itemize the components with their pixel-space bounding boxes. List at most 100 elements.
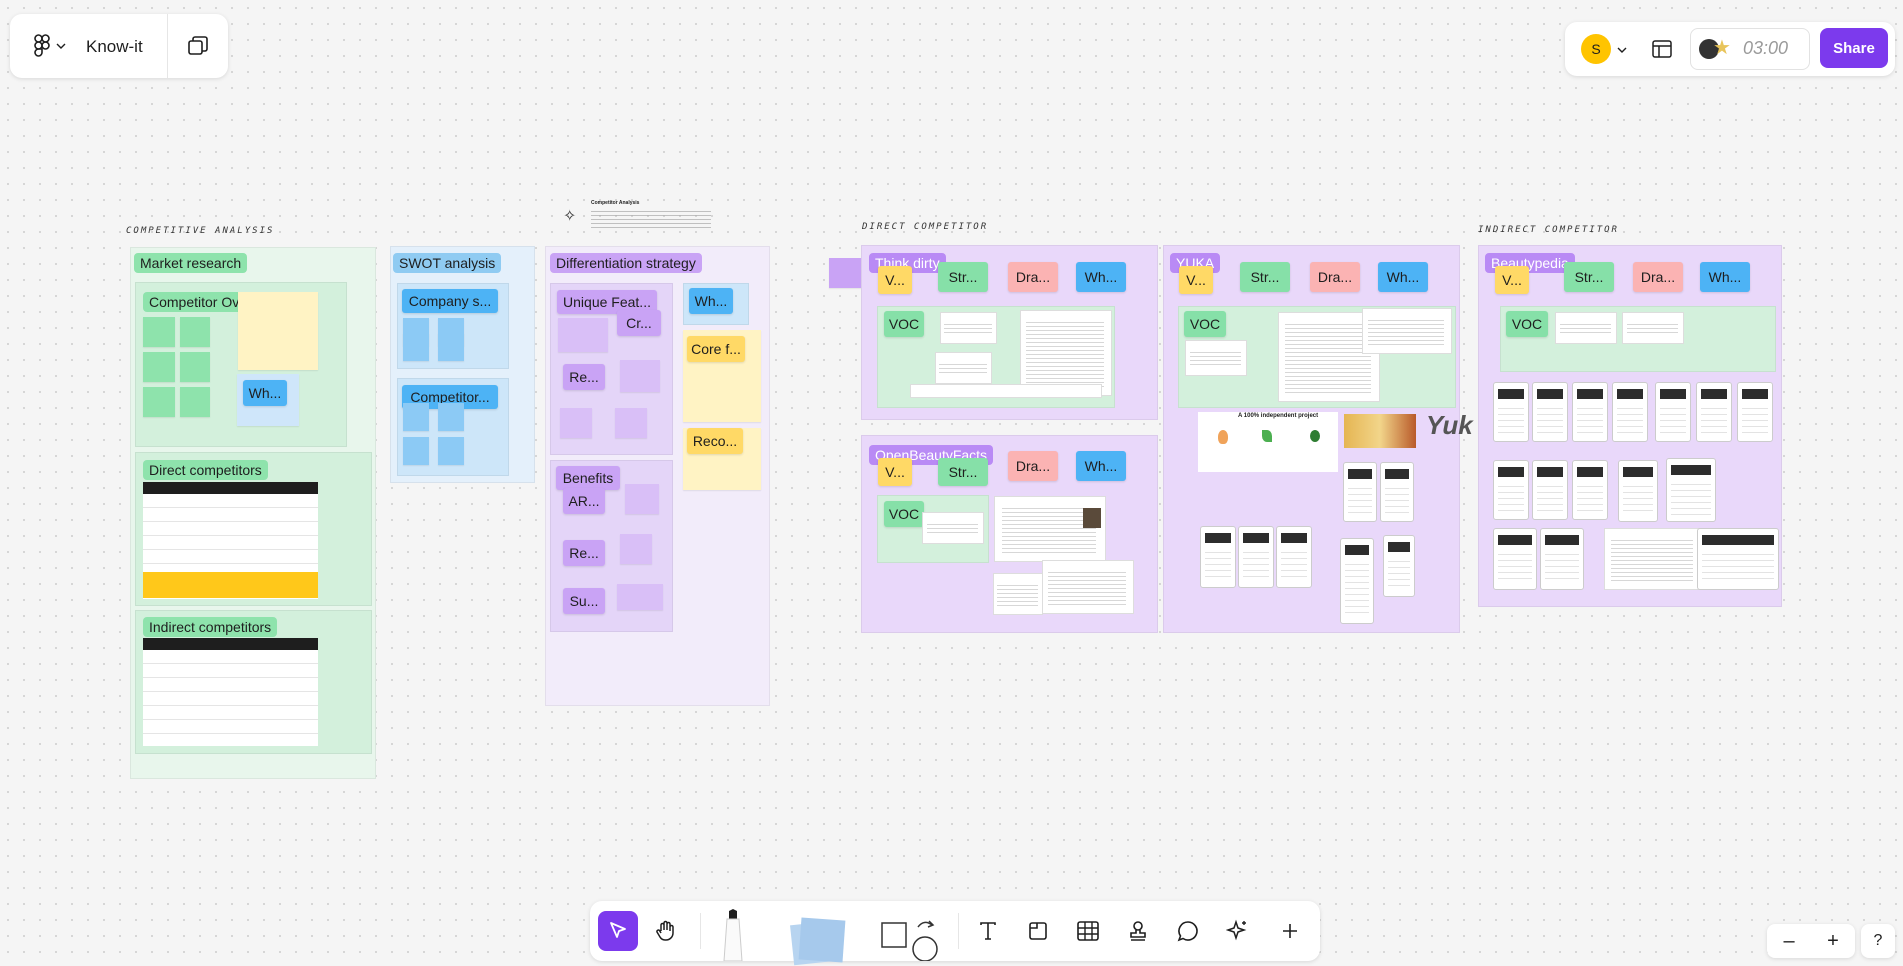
re-sticky[interactable]: Re... xyxy=(563,540,605,566)
section-tool[interactable] xyxy=(1018,911,1058,951)
table-tool[interactable] xyxy=(1068,911,1108,951)
benefits-sticky[interactable]: Benefits xyxy=(556,466,620,490)
purple-note[interactable] xyxy=(617,584,663,610)
website-screenshot[interactable] xyxy=(1612,382,1648,442)
v-sticky[interactable]: V... xyxy=(1495,266,1529,294)
pages-button[interactable] xyxy=(182,32,214,60)
blue-note[interactable] xyxy=(438,333,464,361)
comment-tool[interactable] xyxy=(1168,911,1208,951)
purple-note[interactable] xyxy=(558,318,608,352)
text-tool[interactable] xyxy=(968,911,1008,951)
drawbacks-sticky[interactable]: Dra... xyxy=(1310,262,1360,292)
website-screenshot[interactable] xyxy=(1737,382,1773,442)
review-doc[interactable] xyxy=(935,352,992,384)
app-screenshot[interactable] xyxy=(1343,462,1377,522)
strengths-sticky[interactable]: Str... xyxy=(938,458,988,486)
strengths-sticky[interactable]: Str... xyxy=(938,262,988,292)
ai-tool[interactable] xyxy=(1218,911,1258,951)
indirect-competitors-title[interactable]: Indirect competitors xyxy=(143,617,278,637)
yellow-note[interactable] xyxy=(238,292,318,370)
website-screenshot[interactable] xyxy=(1493,460,1529,520)
drawbacks-sticky[interactable]: Dra... xyxy=(1008,451,1058,481)
sticky-note-tool[interactable] xyxy=(786,915,846,966)
su-sticky[interactable]: Su... xyxy=(563,588,605,614)
app-screenshot[interactable] xyxy=(1380,462,1414,522)
drawbacks-sticky[interactable]: Dra... xyxy=(1008,262,1058,292)
review-doc[interactable] xyxy=(1185,340,1247,376)
website-screenshot[interactable] xyxy=(1697,528,1779,590)
direct-competitors-title[interactable]: Direct competitors xyxy=(143,460,268,480)
zoom-out-button[interactable]: – xyxy=(1767,924,1811,958)
user-avatar[interactable]: S xyxy=(1581,34,1611,64)
zoom-in-button[interactable]: + xyxy=(1811,924,1855,958)
v-sticky[interactable]: V... xyxy=(1179,266,1213,294)
product-page-doc[interactable] xyxy=(994,496,1106,562)
app-screenshot[interactable] xyxy=(1383,535,1415,597)
review-doc[interactable] xyxy=(940,312,997,344)
v-sticky[interactable]: V... xyxy=(878,266,912,294)
purple-note[interactable] xyxy=(620,534,652,564)
share-button[interactable]: Share xyxy=(1820,28,1888,68)
review-doc[interactable] xyxy=(1362,308,1452,354)
wh-sticky[interactable]: Wh... xyxy=(1076,451,1126,481)
v-sticky[interactable]: V... xyxy=(878,458,912,486)
swot-title[interactable]: SWOT analysis xyxy=(393,253,502,273)
layout-button[interactable] xyxy=(1647,34,1677,64)
green-note[interactable] xyxy=(180,387,210,417)
voc-sticky[interactable]: VOC xyxy=(1506,311,1548,337)
app-screenshot[interactable] xyxy=(1276,526,1312,588)
strengths-sticky[interactable]: Str... xyxy=(1564,262,1614,292)
website-screenshot[interactable] xyxy=(1493,382,1529,442)
core-features-sticky[interactable]: Core f... xyxy=(687,336,745,362)
website-screenshot[interactable] xyxy=(1618,460,1658,522)
more-tools-button[interactable] xyxy=(1270,911,1310,951)
help-button[interactable]: ? xyxy=(1861,924,1895,958)
app-screenshot[interactable] xyxy=(1200,526,1236,588)
stamp-tool[interactable] xyxy=(1118,911,1158,951)
hand-tool[interactable] xyxy=(646,911,686,951)
market-research-title[interactable]: Market research xyxy=(134,253,248,273)
green-note[interactable] xyxy=(180,352,210,382)
green-note[interactable] xyxy=(143,352,175,382)
purple-note[interactable] xyxy=(625,484,659,514)
wh-sticky[interactable]: Wh... xyxy=(1378,262,1428,292)
company-swot-sticky[interactable]: Company s... xyxy=(402,289,498,313)
ar-sticky[interactable]: AR... xyxy=(563,488,605,514)
voc-sticky[interactable]: VOC xyxy=(884,501,924,527)
chevron-down-icon[interactable] xyxy=(1617,46,1627,54)
blue-note[interactable] xyxy=(403,333,429,361)
marker-tool[interactable] xyxy=(720,907,746,962)
timer-widget[interactable]: ★ 03:00 xyxy=(1690,28,1810,70)
differentiation-title[interactable]: Differentiation strategy xyxy=(550,253,702,273)
website-screenshot[interactable] xyxy=(1532,460,1568,520)
drawbacks-sticky[interactable]: Dra... xyxy=(1633,262,1683,292)
wh-sticky[interactable]: Wh... xyxy=(1076,262,1126,292)
review-doc[interactable] xyxy=(910,384,1102,398)
voc-sticky[interactable]: VOC xyxy=(1184,311,1226,337)
wh-sticky[interactable]: Wh... xyxy=(1700,262,1750,292)
wh-sticky[interactable]: Wh... xyxy=(243,380,287,406)
website-screenshot[interactable] xyxy=(1493,528,1537,590)
review-doc[interactable] xyxy=(1622,312,1684,344)
website-screenshot[interactable] xyxy=(1540,528,1584,590)
cr-sticky[interactable]: Cr... xyxy=(617,310,661,336)
website-screenshot[interactable] xyxy=(1572,382,1608,442)
blue-note[interactable] xyxy=(438,437,464,465)
blue-note[interactable] xyxy=(438,403,464,431)
purple-note[interactable] xyxy=(620,360,660,392)
shape-tool[interactable] xyxy=(880,915,940,962)
website-screenshot[interactable] xyxy=(1666,458,1716,522)
green-note[interactable] xyxy=(143,317,175,347)
main-menu-button[interactable] xyxy=(28,32,72,60)
file-name[interactable]: Know-it xyxy=(86,37,143,57)
chart-screenshot[interactable] xyxy=(1604,528,1702,590)
voc-sticky[interactable]: VOC xyxy=(884,311,924,337)
green-note[interactable] xyxy=(143,387,175,417)
purple-note[interactable] xyxy=(560,408,592,438)
purple-note[interactable] xyxy=(615,408,647,438)
recommendation-sticky[interactable]: Reco... xyxy=(687,428,743,454)
product-page-doc[interactable] xyxy=(993,573,1043,615)
indirect-competitors-table[interactable] xyxy=(143,638,318,746)
review-doc[interactable] xyxy=(1555,312,1617,344)
blue-note[interactable] xyxy=(403,403,429,431)
